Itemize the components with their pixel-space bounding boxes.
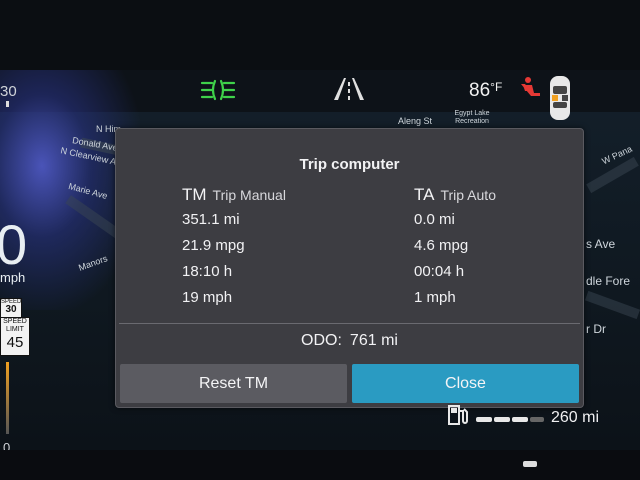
dialog-title: Trip computer bbox=[299, 156, 400, 173]
trip-auto-distance: 0.0 mi bbox=[414, 211, 455, 228]
temperature-unit: °F bbox=[490, 80, 503, 94]
fuel-level-segment-empty bbox=[530, 417, 544, 422]
reflection-spot bbox=[523, 461, 537, 467]
clock-partial: 30 bbox=[0, 83, 17, 100]
fuel-level-segment bbox=[476, 417, 492, 422]
outside-temperature: 86°F bbox=[469, 80, 502, 102]
fuel-pump-icon bbox=[448, 405, 468, 425]
trip-manual-economy: 21.9 mpg bbox=[182, 237, 245, 254]
trip-auto-header: TA Trip Auto bbox=[414, 185, 496, 207]
trip-manual-abbr: TM bbox=[182, 185, 207, 204]
sign-limit-mid: LIMIT bbox=[6, 326, 24, 333]
dialog-divider bbox=[119, 323, 580, 324]
clock-dot-icon bbox=[6, 101, 9, 107]
fuel-level-segment bbox=[494, 417, 510, 422]
sign-speed-value: 30 bbox=[5, 304, 17, 315]
trip-manual-distance: 351.1 mi bbox=[182, 211, 240, 228]
temperature-value: 86 bbox=[469, 80, 491, 101]
trip-auto-economy: 4.6 mpg bbox=[414, 237, 469, 254]
speed-unit: mph bbox=[0, 270, 26, 285]
trip-auto-avg-speed: 1 mph bbox=[414, 289, 456, 306]
sign-limit-top: SPEED bbox=[3, 318, 27, 325]
gauge-needle-icon bbox=[6, 362, 9, 434]
map-street-label: s Ave bbox=[586, 237, 616, 251]
trip-auto-abbr: TA bbox=[414, 185, 435, 204]
speed-sign-small: SPEED 30 bbox=[0, 298, 22, 318]
bezel-top bbox=[0, 0, 640, 70]
fuel-level-segment bbox=[512, 417, 528, 422]
map-street-label: r Dr bbox=[586, 322, 606, 336]
trip-auto-duration: 00:04 h bbox=[414, 263, 465, 280]
trip-manual-avg-speed: 19 mph bbox=[182, 289, 233, 306]
fuel-range: 260 mi bbox=[551, 409, 600, 426]
seatbelt-warning-icon bbox=[521, 77, 540, 96]
lane-assist-icon bbox=[334, 78, 364, 100]
map-street-label: Aleng St bbox=[398, 116, 433, 126]
odometer-value: 761 mi bbox=[349, 332, 398, 349]
trip-manual-header: TM Trip Manual bbox=[182, 185, 286, 207]
odometer-label: ODO: bbox=[301, 332, 342, 349]
trip-manual-column: TM Trip Manual 351.1 mi 21.9 mpg 18:10 h… bbox=[182, 185, 286, 311]
speed-value: 0 bbox=[0, 213, 28, 276]
map-street-label: Egypt Lake Recreation bbox=[454, 110, 490, 125]
vehicle-top-view-icon bbox=[550, 76, 570, 120]
odometer: ODO: 761 mi bbox=[116, 332, 583, 350]
trip-manual-label: Trip Manual bbox=[212, 187, 286, 203]
sign-limit-value: 45 bbox=[6, 334, 24, 351]
headlight-indicator-icon bbox=[200, 79, 236, 101]
map-street-label: dle Fore bbox=[586, 274, 631, 288]
trip-auto-column: TA Trip Auto 0.0 mi 4.6 mpg 00:04 h 1 mp… bbox=[414, 185, 496, 311]
trip-manual-duration: 18:10 h bbox=[182, 263, 233, 280]
close-button[interactable]: Close bbox=[352, 364, 579, 403]
trip-auto-label: Trip Auto bbox=[440, 187, 496, 203]
bezel-bottom bbox=[0, 450, 640, 480]
trip-computer-dialog: Trip computer TM Trip Manual 351.1 mi 21… bbox=[115, 128, 584, 408]
speed-limit-sign: SPEED LIMIT 45 bbox=[0, 317, 30, 356]
reset-tm-button[interactable]: Reset TM bbox=[120, 364, 347, 403]
